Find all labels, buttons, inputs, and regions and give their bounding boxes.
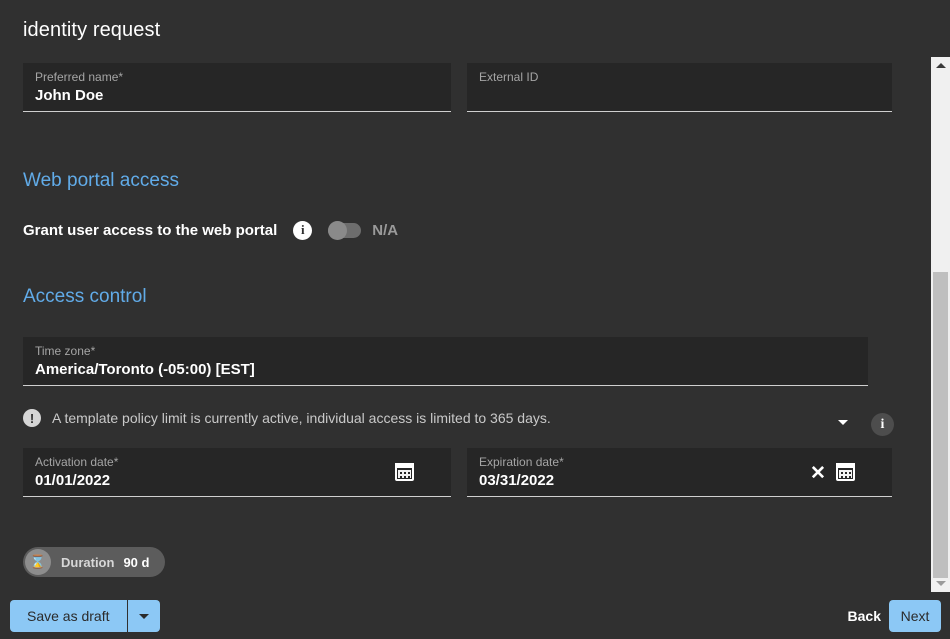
external-id-label: External ID bbox=[479, 70, 538, 84]
web-portal-access-heading: Web portal access bbox=[23, 170, 179, 192]
close-icon[interactable]: ✕ bbox=[808, 463, 828, 483]
chevron-down-icon[interactable] bbox=[838, 420, 848, 425]
hourglass-icon: ⌛ bbox=[25, 549, 51, 575]
preferred-name-label: Preferred name* bbox=[35, 70, 123, 84]
duration-chip: ⌛ Duration 90 d bbox=[23, 547, 165, 577]
next-button[interactable]: Next bbox=[889, 600, 941, 632]
identity-request-page: identity request Preferred name* John Do… bbox=[0, 0, 950, 639]
scroll-up-arrow[interactable] bbox=[931, 57, 950, 74]
form-scroll-region: Preferred name* John Doe External ID Web… bbox=[0, 57, 926, 592]
duration-chip-label: Duration bbox=[61, 555, 114, 570]
chevron-down-icon bbox=[139, 614, 149, 619]
web-portal-toggle-switch[interactable] bbox=[328, 223, 361, 238]
policy-warning: ! A template policy limit is currently a… bbox=[23, 409, 551, 427]
activation-date-field[interactable]: Activation date* 01/01/2022 bbox=[23, 448, 451, 497]
save-as-draft-menu-button[interactable] bbox=[128, 600, 160, 632]
preferred-name-field[interactable]: Preferred name* John Doe bbox=[23, 63, 451, 112]
expiration-date-value: 03/31/2022 bbox=[479, 472, 554, 489]
warning-icon: ! bbox=[23, 409, 41, 427]
calendar-icon[interactable] bbox=[836, 463, 855, 481]
scrollbar-thumb[interactable] bbox=[933, 272, 948, 578]
time-zone-value: America/Toronto (-05:00) [EST] bbox=[35, 361, 255, 378]
activation-date-value: 01/01/2022 bbox=[35, 472, 110, 489]
footer-action-bar: Save as draft Back Next bbox=[0, 592, 950, 639]
vertical-scrollbar[interactable] bbox=[931, 57, 950, 592]
duration-chip-value: 90 d bbox=[123, 555, 149, 570]
web-portal-toggle-state: N/A bbox=[372, 222, 398, 239]
activation-date-label: Activation date* bbox=[35, 455, 118, 469]
calendar-icon[interactable] bbox=[395, 463, 414, 481]
external-id-field[interactable]: External ID bbox=[467, 63, 892, 112]
info-icon[interactable]: i bbox=[293, 221, 312, 240]
access-control-heading: Access control bbox=[23, 286, 147, 308]
toggle-knob bbox=[328, 221, 347, 240]
page-title: identity request bbox=[23, 19, 160, 42]
time-zone-label: Time zone* bbox=[35, 344, 95, 358]
policy-warning-text: A template policy limit is currently act… bbox=[52, 410, 551, 426]
web-portal-toggle-label: Grant user access to the web portal bbox=[23, 222, 277, 239]
time-zone-info-icon[interactable]: i bbox=[871, 413, 894, 436]
save-as-draft-split-button: Save as draft bbox=[10, 600, 160, 632]
time-zone-select[interactable]: Time zone* America/Toronto (-05:00) [EST… bbox=[23, 337, 868, 386]
expiration-date-field[interactable]: Expiration date* 03/31/2022 bbox=[467, 448, 892, 497]
expiration-date-label: Expiration date* bbox=[479, 455, 564, 469]
preferred-name-value: John Doe bbox=[35, 87, 103, 104]
save-as-draft-button[interactable]: Save as draft bbox=[10, 600, 127, 632]
back-button[interactable]: Back bbox=[840, 600, 889, 632]
web-portal-toggle-row: Grant user access to the web portal i N/… bbox=[23, 218, 398, 242]
scroll-down-arrow[interactable] bbox=[931, 575, 950, 592]
